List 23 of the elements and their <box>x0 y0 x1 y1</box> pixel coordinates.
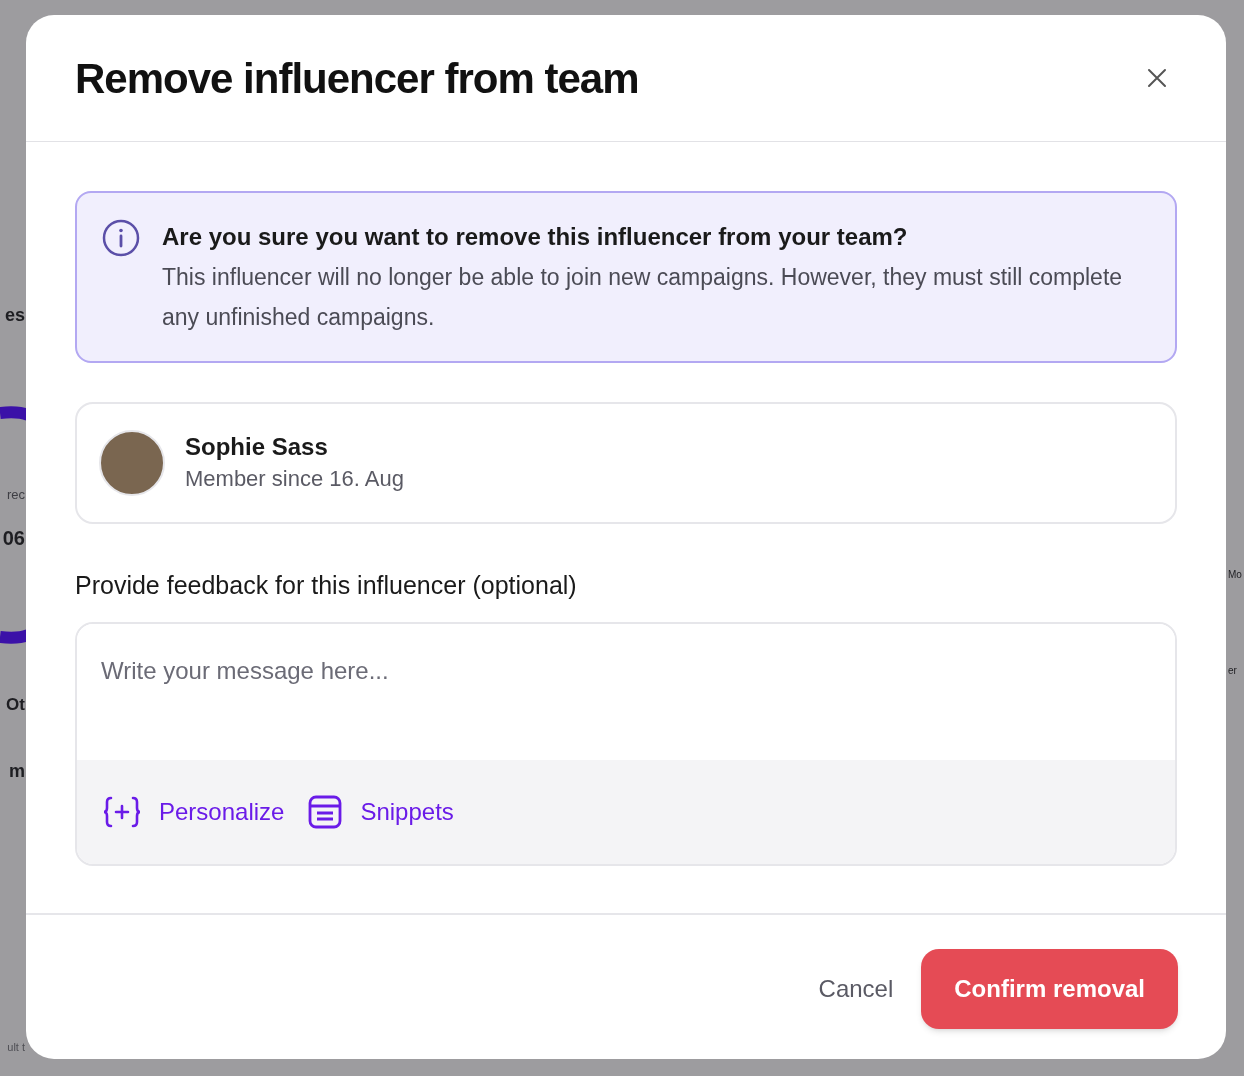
member-since: Member since 16. Aug <box>185 465 404 493</box>
background-text: ult t <box>7 1042 25 1053</box>
message-composer[interactable]: Write your message here... Personalize Snippets <box>75 622 1177 866</box>
alert-heading: Are you sure you want to remove this influencer from your team? <box>162 222 909 252</box>
snippets-button[interactable]: Snippets <box>308 794 454 830</box>
confirm-button[interactable]: Confirm removal <box>921 949 1178 1029</box>
background-text: er <box>1228 666 1237 676</box>
alert-message: This influencer will no longer be able to join new campaigns. However, they must still complete any unfinished campaigns. <box>162 263 1124 332</box>
document-lines-icon <box>308 795 343 829</box>
cancel-button[interactable]: Cancel <box>816 949 896 1029</box>
background-text: m <box>9 762 25 780</box>
background-text: Mo <box>1228 570 1242 580</box>
background-text: es <box>4 306 25 324</box>
background-text: 06 <box>2 528 25 548</box>
member-name: Sophie Sass <box>185 432 329 462</box>
feedback-label: Provide feedback for this influencer (optional) <box>75 570 578 601</box>
background-text: Ot <box>6 696 25 713</box>
personalize-button[interactable]: Personalize <box>103 794 285 830</box>
info-icon <box>102 219 140 257</box>
dialog-title: Remove influencer from team <box>75 53 639 104</box>
braces-plus-icon <box>103 795 141 829</box>
close-icon <box>1146 67 1168 89</box>
background-text: rec <box>6 488 25 501</box>
